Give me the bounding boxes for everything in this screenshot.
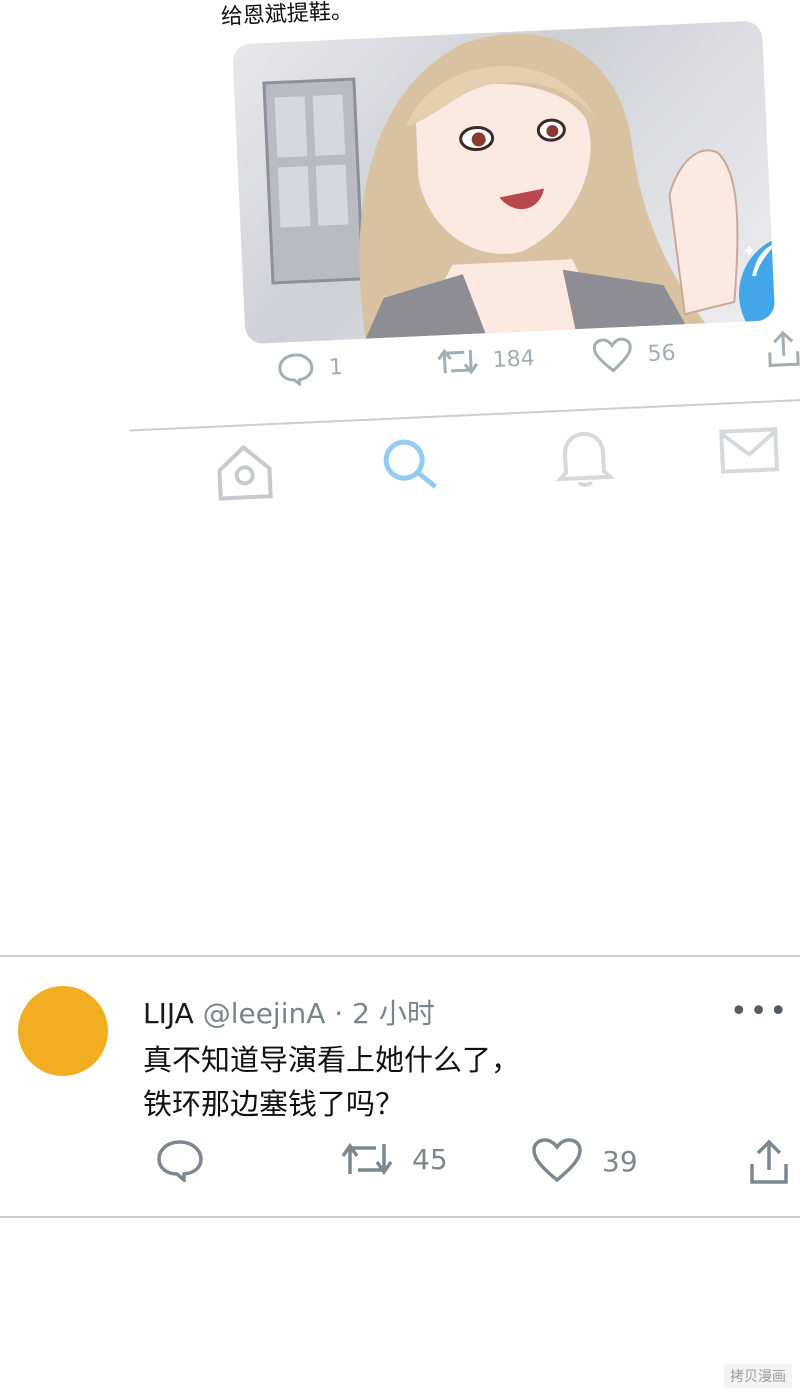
tweet-top-divider [0,955,800,957]
share-icon [750,1139,788,1184]
tweet-bottom-divider [0,1216,800,1218]
previous-tweet-text: 给恩斌提鞋。 [220,0,354,30]
tweet-body-line: 真不知道导演看上她什么了， [143,1043,521,1077]
like-action[interactable]: 56 [591,335,677,375]
retweet-count: 184 [492,345,536,373]
retweet-icon [341,1142,393,1176]
tweet-timestamp[interactable]: 2 小时 [352,997,435,1030]
tweet-body-line: 铁环那边塞钱了吗？ [143,1087,405,1121]
home-icon [217,444,273,501]
watermark: 拷贝漫画 [724,1364,792,1388]
tab-home[interactable] [210,438,279,511]
separator-dot: · [334,997,344,1030]
bell-icon [555,431,616,487]
reply-icon [157,1140,203,1182]
retweet-count: 45 [412,1142,448,1176]
like-count: 39 [602,1144,638,1178]
heart-icon [532,1138,582,1183]
tab-notifications[interactable] [550,422,619,495]
search-icon [383,439,437,489]
reply-count: 1 [328,354,344,380]
avatar[interactable] [18,986,108,1076]
like-count: 56 [647,340,677,367]
tweet[interactable]: LIJA @leejinA · 2 小时 ••• 真不知道导演看上她什么了， 铁… [0,958,800,1218]
reply-icon [278,353,314,387]
previous-tweet-card: 给恩斌提鞋。 1 184 56 [110,0,800,539]
reply-action[interactable]: 1 [276,350,343,387]
compose-button[interactable] [736,231,776,345]
tab-messages[interactable] [715,415,784,488]
retweet-action[interactable]: 45 [340,1138,448,1180]
tab-search[interactable] [375,430,444,503]
tweet-header: LIJA @leejinA · 2 小时 [143,992,435,1032]
bottom-tab-bar [190,415,793,522]
tweet-body: 真不知道导演看上她什么了， 铁环那边塞钱了吗？ [143,1038,520,1126]
mail-icon [719,427,780,474]
retweet-icon [437,348,479,375]
share-icon [768,330,800,367]
compose-feather-icon [744,243,776,277]
tweet-actions: 45 39 [0,1138,800,1188]
more-options-button[interactable]: ••• [730,994,789,1029]
reply-action[interactable] [155,1138,205,1182]
heart-icon [592,337,632,373]
tweet-media-image[interactable] [232,20,776,345]
retweet-action[interactable]: 184 [436,341,535,379]
like-action[interactable]: 39 [530,1138,638,1184]
share-action[interactable] [748,1138,790,1186]
user-handle[interactable]: @leejinA [203,997,326,1030]
share-action[interactable] [766,329,800,369]
display-name[interactable]: LIJA [143,997,194,1030]
